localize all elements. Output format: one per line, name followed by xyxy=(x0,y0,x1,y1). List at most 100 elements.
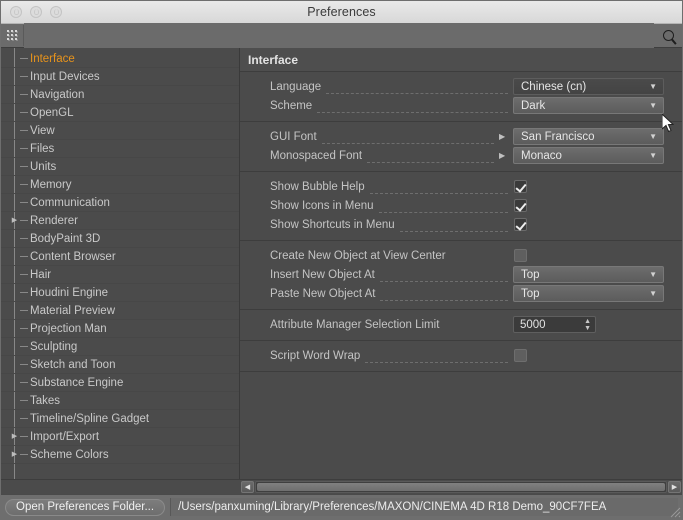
setting-control xyxy=(513,199,670,212)
sidebar-item-units[interactable]: Units xyxy=(1,158,239,176)
sidebar-item-label: Content Browser xyxy=(30,250,116,263)
sidebar-item-opengl[interactable]: OpenGL xyxy=(1,104,239,122)
sidebar-item-label: Units xyxy=(30,160,57,173)
setting-label: Show Bubble Help xyxy=(270,180,365,193)
sidebar-item-bodypaint-3d[interactable]: BodyPaint 3D xyxy=(1,230,239,248)
sidebar-item-timeline-spline-gadget[interactable]: Timeline/Spline Gadget xyxy=(1,410,239,428)
sidebar-item-navigation[interactable]: Navigation xyxy=(1,86,239,104)
bottom-scroll-row: ◀ ▶ xyxy=(1,479,682,494)
sidebar-item-input-devices[interactable]: Input Devices xyxy=(1,68,239,86)
setting-control: 5000 ▲ ▼ xyxy=(513,316,670,333)
tree-connector xyxy=(20,220,28,221)
insert-new-object-at-dropdown[interactable]: Top ▼ xyxy=(513,266,664,283)
sidebar-item-takes[interactable]: Takes xyxy=(1,392,239,410)
chevron-down-icon: ▼ xyxy=(649,100,657,110)
page-title: Interface xyxy=(240,48,682,72)
paste-new-object-at-dropdown[interactable]: Top ▼ xyxy=(513,285,664,302)
setting-row-show-icons-in-menu: Show Icons in Menu xyxy=(240,196,682,215)
dotted-leader xyxy=(365,351,508,363)
chevron-down-icon: ▼ xyxy=(649,269,657,279)
sidebar-item-content-browser[interactable]: Content Browser xyxy=(1,248,239,266)
setting-label: Create New Object at View Center xyxy=(270,249,446,262)
sidebar-item-label: Takes xyxy=(30,394,61,407)
sidebar-item-communication[interactable]: Communication xyxy=(1,194,239,212)
tree-connector xyxy=(20,184,28,185)
search-input[interactable] xyxy=(24,23,654,48)
sidebar-item-projection-man[interactable]: Projection Man xyxy=(1,320,239,338)
setting-row-scheme: Scheme Dark ▼ xyxy=(240,96,682,115)
sidebar-item-substance-engine[interactable]: Substance Engine xyxy=(1,374,239,392)
sidebar-item-label: Communication xyxy=(30,196,110,209)
show-icons-in-menu-checkbox[interactable] xyxy=(514,199,527,212)
sidebar-item-label: Projection Man xyxy=(30,322,107,335)
search-icon[interactable] xyxy=(654,24,682,47)
sidebar-item-label: Renderer xyxy=(30,214,78,227)
scrollbar-thumb[interactable] xyxy=(257,483,665,491)
panel-grip-handle[interactable] xyxy=(1,25,24,46)
sidebar-item-label: Substance Engine xyxy=(30,376,124,389)
preferences-category-tree[interactable]: Interface Input Devices Navigation OpenGL Vi… xyxy=(1,48,240,479)
close-button-icon[interactable] xyxy=(10,6,22,18)
chevron-down-icon: ▼ xyxy=(649,288,657,298)
preferences-window: Preferences Interface Input Devices Naviga… xyxy=(0,0,683,520)
scroll-left-arrow-icon[interactable]: ◀ xyxy=(241,481,254,493)
sidebar-item-label: Sketch and Toon xyxy=(30,358,116,371)
chevron-right-icon[interactable]: ▶ xyxy=(499,151,511,160)
language-dropdown[interactable]: Chinese (cn) ▼ xyxy=(513,78,664,95)
sidebar-item-hair[interactable]: Hair xyxy=(1,266,239,284)
window-title: Preferences xyxy=(307,5,376,19)
scheme-dropdown[interactable]: Dark ▼ xyxy=(513,97,664,114)
setting-label: GUI Font xyxy=(270,130,317,143)
script-word-wrap-checkbox[interactable] xyxy=(514,349,527,362)
gui-font-dropdown[interactable]: San Francisco ▼ xyxy=(513,128,664,145)
sidebar-item-scheme-colors[interactable]: ▶ Scheme Colors xyxy=(1,446,239,464)
sidebar-item-sculpting[interactable]: Sculpting xyxy=(1,338,239,356)
chevron-right-icon[interactable]: ▶ xyxy=(9,451,20,458)
setting-control xyxy=(513,180,670,193)
spinner-arrows-icon[interactable]: ▲ ▼ xyxy=(584,318,591,332)
open-preferences-folder-button[interactable]: Open Preferences Folder... xyxy=(5,498,166,516)
setting-label: Show Icons in Menu xyxy=(270,199,374,212)
chevron-right-icon[interactable]: ▶ xyxy=(9,433,20,440)
sidebar-item-sketch-and-toon[interactable]: Sketch and Toon xyxy=(1,356,239,374)
tree-list: Interface Input Devices Navigation OpenGL Vi… xyxy=(1,50,239,464)
tree-connector xyxy=(20,328,28,329)
zoom-button-icon[interactable] xyxy=(50,6,62,18)
setting-label: Attribute Manager Selection Limit xyxy=(270,318,440,331)
attribute-manager-selection-limit-number-input[interactable]: 5000 ▲ ▼ xyxy=(513,316,596,333)
grip-dots-icon xyxy=(5,29,19,42)
scroll-right-arrow-icon[interactable]: ▶ xyxy=(668,481,681,493)
horizontal-scrollbar[interactable]: ◀ ▶ xyxy=(240,479,682,494)
sidebar-item-import-export[interactable]: ▶ Import/Export xyxy=(1,428,239,446)
show-bubble-help-checkbox[interactable] xyxy=(514,180,527,193)
tree-connector xyxy=(20,112,28,113)
chevron-right-icon[interactable]: ▶ xyxy=(9,217,20,224)
sidebar-item-memory[interactable]: Memory xyxy=(1,176,239,194)
show-shortcuts-in-menu-checkbox[interactable] xyxy=(514,218,527,231)
sidebar-item-material-preview[interactable]: Material Preview xyxy=(1,302,239,320)
setting-row-paste-new-object-at: Paste New Object At Top ▼ xyxy=(240,284,682,303)
tree-connector xyxy=(20,202,28,203)
setting-row-show-bubble-help: Show Bubble Help xyxy=(240,177,682,196)
sidebar-item-renderer[interactable]: ▶ Renderer xyxy=(1,212,239,230)
dotted-leader xyxy=(399,220,508,232)
sidebar-item-houdini-engine[interactable]: Houdini Engine xyxy=(1,284,239,302)
dotted-leader xyxy=(380,289,508,301)
sidebar-item-interface[interactable]: Interface xyxy=(1,50,239,68)
sidebar-item-label: Files xyxy=(30,142,55,155)
setting-row-create-new-object-at-view-center: Create New Object at View Center xyxy=(240,246,682,265)
spinner-value: 5000 xyxy=(520,318,546,331)
monospaced-font-dropdown[interactable]: Monaco ▼ xyxy=(513,147,664,164)
create-new-object-at-view-center-checkbox[interactable] xyxy=(514,249,527,262)
dotted-leader xyxy=(369,182,508,194)
sidebar-item-files[interactable]: Files xyxy=(1,140,239,158)
chevron-right-icon[interactable]: ▶ xyxy=(499,132,511,141)
setting-row-attribute-manager-selection-limit: Attribute Manager Selection Limit 5000 ▲ ▼ xyxy=(240,315,682,334)
setting-row-insert-new-object-at: Insert New Object At Top ▼ xyxy=(240,265,682,284)
sidebar-item-label: Navigation xyxy=(30,88,85,101)
tree-connector xyxy=(20,58,28,59)
sidebar-item-view[interactable]: View xyxy=(1,122,239,140)
scrollbar-track[interactable] xyxy=(255,481,667,493)
preferences-path-field[interactable]: /Users/panxuming/Library/Preferences/MAX… xyxy=(170,498,678,516)
minimize-button-icon[interactable] xyxy=(30,6,42,18)
